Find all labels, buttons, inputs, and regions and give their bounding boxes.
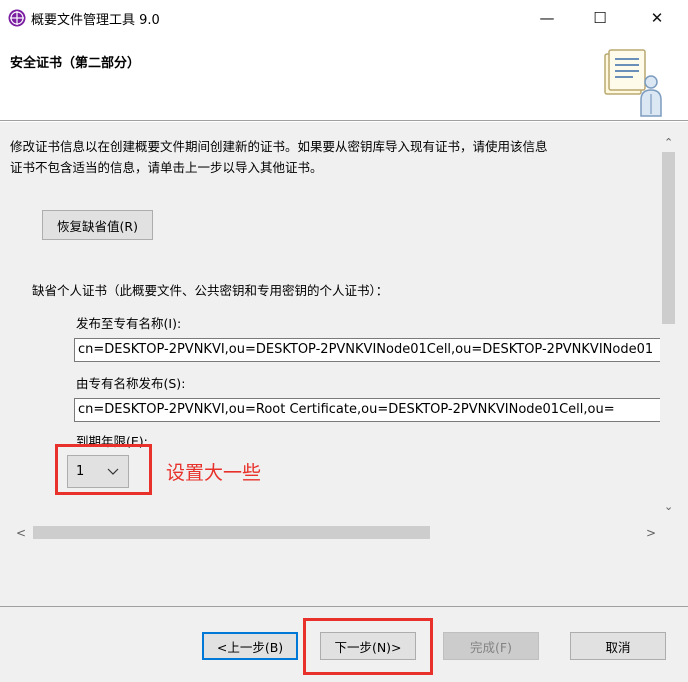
horizontal-scroll-thumb[interactable] — [33, 526, 430, 539]
default-cert-label: 缺省个人证书（此概要文件、公共密钥和专用密钥的个人证书）： — [32, 283, 389, 298]
issued-to-label: 发布至专有名称(I): — [76, 316, 182, 331]
highlight-box-expiry — [55, 444, 152, 495]
annotation-text: 设置大一些 — [166, 462, 262, 484]
cancel-button[interactable]: 取消 — [570, 632, 666, 660]
window-title: 概要文件管理工具 9.0 — [31, 13, 160, 28]
scroll-up-icon[interactable]: ⌃ — [664, 136, 673, 149]
maximize-button[interactable]: ☐ — [577, 0, 623, 36]
back-button[interactable]: <上一步(B) — [202, 632, 298, 660]
restore-defaults-button[interactable]: 恢复缺省值(R) — [42, 210, 153, 240]
scroll-down-icon[interactable]: ⌄ — [664, 500, 673, 513]
description-line-2: 证书不包含适当的信息，请单击上一步以导入其他证书。 — [10, 160, 323, 175]
wizard-header — [0, 36, 688, 120]
page-title: 安全证书（第二部分） — [10, 56, 141, 71]
vertical-scroll-thumb[interactable] — [662, 152, 675, 324]
scroll-right-icon[interactable]: > — [646, 526, 656, 540]
wizard-document-user-icon — [603, 48, 663, 118]
close-button[interactable]: ✕ — [634, 0, 680, 36]
scroll-left-icon[interactable]: < — [16, 526, 26, 540]
issued-by-label: 由专有名称发布(S): — [76, 376, 186, 391]
description-line-1: 修改证书信息以在创建概要文件期间创建新的证书。如果要从密钥库导入现有证书，请使用… — [10, 139, 548, 154]
finish-button: 完成(F) — [443, 632, 539, 660]
highlight-box-next — [303, 618, 433, 675]
app-globe-icon — [8, 9, 26, 27]
issued-by-field[interactable]: cn=DESKTOP-2PVNKVI,ou=Root Certificate,o… — [74, 398, 660, 422]
issued-to-field[interactable]: cn=DESKTOP-2PVNKVI,ou=DESKTOP-2PVNKVINod… — [74, 338, 660, 362]
minimize-button[interactable]: — — [524, 0, 570, 36]
